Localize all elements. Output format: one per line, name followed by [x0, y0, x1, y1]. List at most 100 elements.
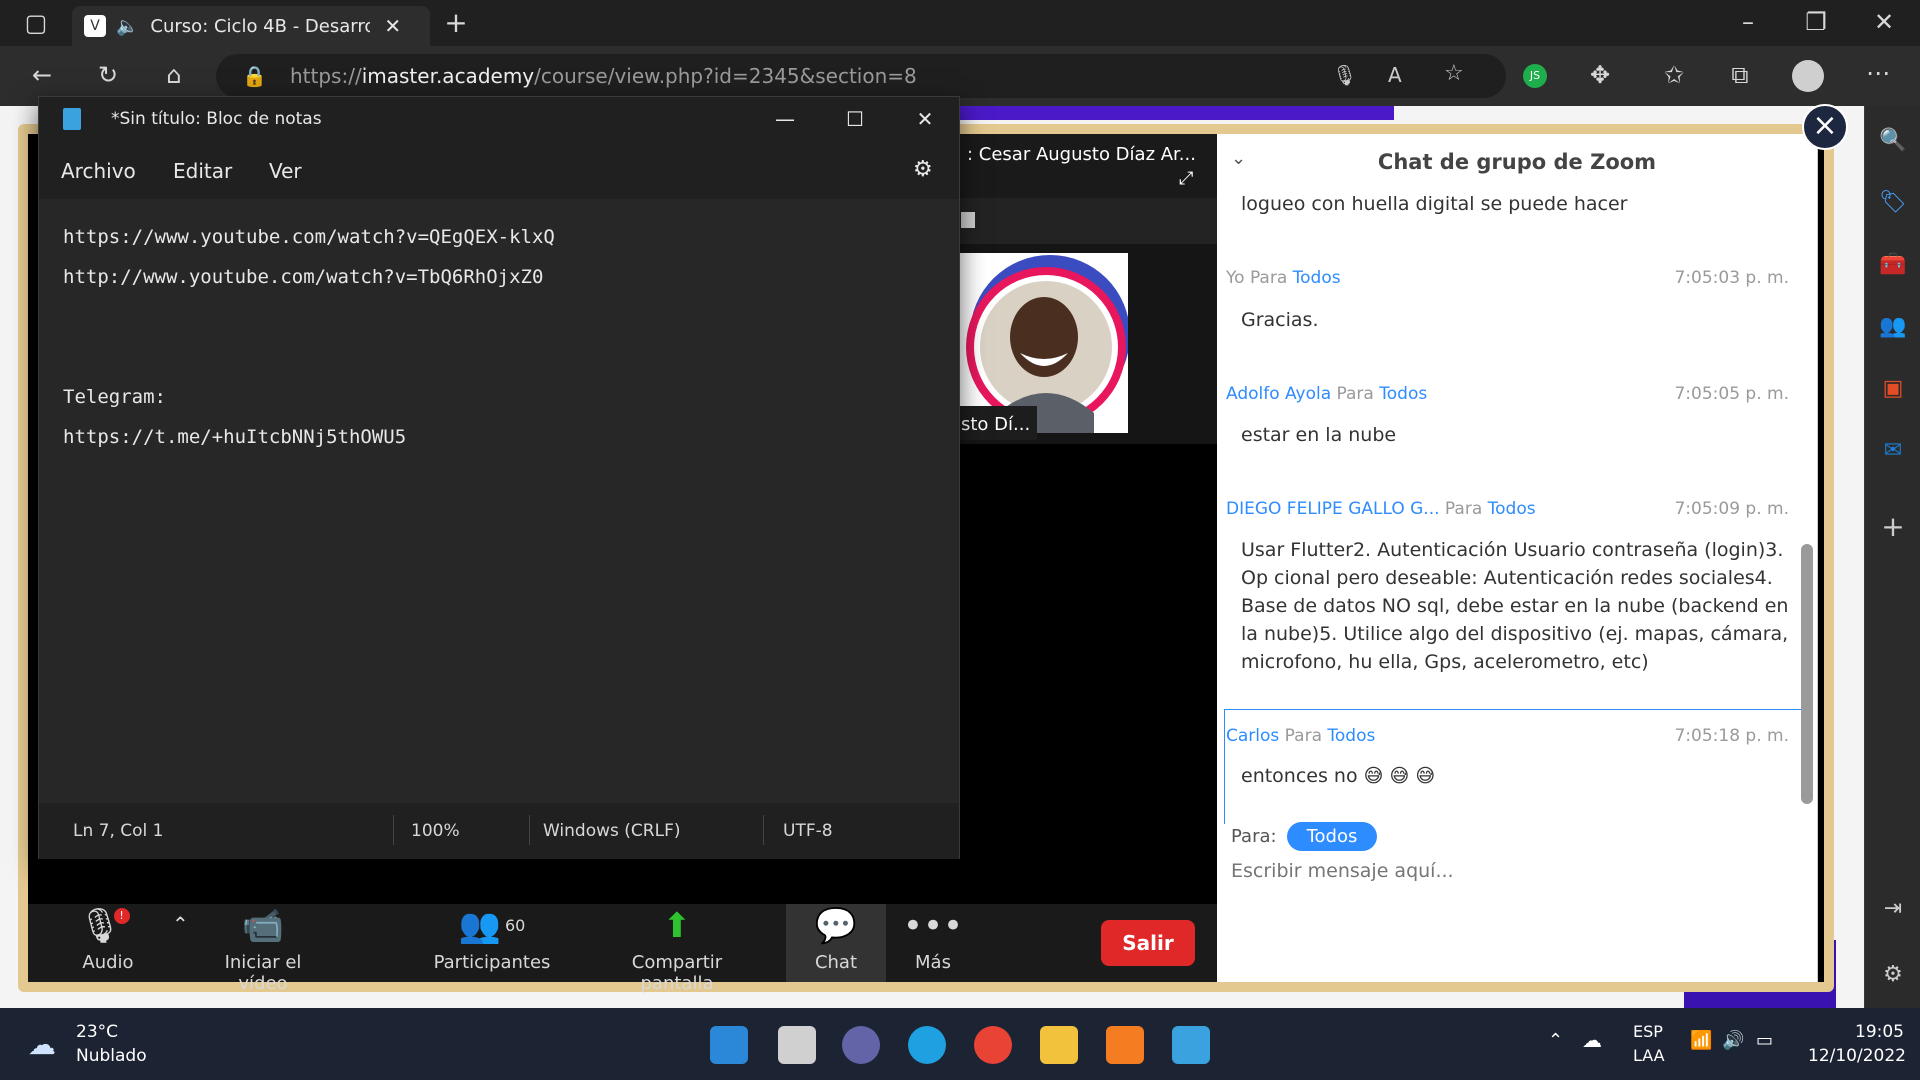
profile-avatar-icon[interactable] [1792, 60, 1824, 92]
share-screen-button[interactable]: ⬆ Compartir pantalla [594, 904, 760, 994]
weather-condition[interactable]: Nublado [76, 1046, 147, 1066]
home-icon[interactable]: ⌂ [156, 63, 192, 87]
input-language[interactable]: ESP [1633, 1022, 1663, 1041]
collections-icon[interactable]: ⧉ [1722, 63, 1758, 87]
recipient-selector[interactable]: Todos [1286, 822, 1378, 851]
edge-icon[interactable] [908, 1026, 946, 1064]
chat-label: Chat [814, 952, 858, 973]
search-icon[interactable]: 🔍 [1865, 128, 1920, 153]
hide-sidebar-icon[interactable]: ⇥ [1865, 896, 1920, 921]
sidebar-settings-icon[interactable]: ⚙ [1865, 962, 1920, 987]
back-icon[interactable]: ← [24, 63, 60, 87]
chat-message-input[interactable] [1231, 860, 1791, 882]
tab-close-icon[interactable]: ✕ [384, 14, 401, 38]
notepad-taskbar-icon[interactable] [1172, 1026, 1210, 1064]
read-aloud-icon[interactable]: A [1388, 63, 1402, 87]
participants-label: Participantes [433, 952, 551, 973]
input-layout[interactable]: LAA [1633, 1046, 1665, 1065]
audio-options-icon[interactable]: ⌃ [172, 912, 189, 936]
add-sidebar-icon[interactable]: + [1865, 510, 1920, 543]
extensions-icon[interactable]: ✥ [1582, 63, 1618, 87]
leave-button[interactable]: Salir [1101, 920, 1195, 966]
chat-message-header: Carlos Para Todos [1226, 726, 1375, 746]
start-icon[interactable] [710, 1026, 748, 1064]
recipient-name: Todos [1327, 726, 1376, 746]
start-video-button[interactable]: 📹 Iniciar el vídeo [198, 904, 328, 994]
notepad-settings-icon[interactable]: ⚙ [913, 157, 933, 182]
participant-name-tag: sto Dí... [955, 406, 1037, 440]
speaker-label: : Cesar Augusto Díaz Ar... [967, 144, 1196, 165]
menu-editar[interactable]: Editar [173, 159, 232, 183]
chat-message-header: Yo Para Todos [1226, 268, 1341, 288]
onedrive-icon[interactable]: ☁ [1582, 1028, 1602, 1052]
speaker-icon[interactable]: 🔈 [116, 16, 138, 37]
clock-date[interactable]: 12/10/2022 [1808, 1046, 1906, 1066]
clock-time[interactable]: 19:05 [1852, 1022, 1904, 1042]
to-word: Para [1336, 384, 1374, 404]
message-time: 7:05:18 p. m. [1674, 726, 1789, 746]
para-label: Para: [1231, 826, 1277, 847]
games-icon[interactable]: 👥 [1865, 314, 1920, 339]
favorites-icon[interactable]: ✩ [1656, 63, 1692, 87]
outlook-icon[interactable]: ✉ [1865, 438, 1920, 463]
share-label: Compartir pantalla [631, 952, 723, 994]
xampp-icon[interactable] [1106, 1026, 1144, 1064]
weather-temperature[interactable]: 23°C [76, 1022, 118, 1042]
notepad-maximize-icon[interactable]: ☐ [825, 97, 885, 141]
office-icon[interactable]: ▣ [1865, 376, 1920, 401]
volume-icon[interactable]: 🔊 [1722, 1030, 1744, 1051]
weather-cloud-icon[interactable]: ☁ [28, 1028, 56, 1061]
strip-toggle-icon[interactable] [961, 212, 975, 228]
wifi-icon[interactable]: 📶 [1690, 1030, 1712, 1051]
tray-overflow-icon[interactable]: ⌃ [1548, 1030, 1563, 1051]
tab-actions-icon[interactable]: ▢ [18, 11, 54, 35]
chat-bubble-icon: 💬 [814, 906, 858, 946]
file-explorer-icon[interactable] [1040, 1026, 1078, 1064]
audio-button[interactable]: 🎙! Audio [68, 904, 148, 982]
restore-icon[interactable]: ❐ [1798, 10, 1834, 34]
chat-scrollbar[interactable] [1801, 544, 1813, 804]
message-time: 7:05:09 p. m. [1674, 499, 1789, 519]
notepad-text-area[interactable]: https://www.youtube.com/watch?v=QEgQEX-k… [39, 199, 959, 803]
browser-tab-active[interactable]: V 🔈 Curso: Ciclo 4B - Desarrollo ✕ [72, 6, 430, 46]
minimize-icon[interactable]: – [1730, 10, 1766, 34]
notepad-statusbar: Ln 7, Col 1 100% Windows (CRLF) UTF-8 [39, 803, 959, 859]
favorite-add-icon[interactable]: ☆ [1444, 61, 1464, 86]
participants-count: 60 [504, 916, 526, 935]
notepad-titlebar[interactable]: *Sin título: Bloc de notas — ☐ ✕ [39, 97, 959, 141]
refresh-icon[interactable]: ↻ [90, 63, 126, 87]
zoom-toolbar: 🎙! Audio ⌃ 📹 Iniciar el vídeo 👥 60 Partic… [28, 904, 1217, 994]
chat-button[interactable]: 💬 Chat [786, 904, 886, 982]
address-bar[interactable]: 🔒 https://imaster.academy/course/view.ph… [216, 54, 1506, 98]
more-button[interactable]: ••• Más [898, 904, 968, 982]
notepad-window: *Sin título: Bloc de notas — ☐ ✕ Archivo… [38, 96, 960, 859]
alert-icon: ! [113, 908, 130, 924]
audio-label: Audio [82, 952, 134, 973]
notepad-minimize-icon[interactable]: — [755, 97, 815, 141]
shopping-tag-icon[interactable]: 🏷 [1865, 190, 1920, 215]
battery-icon[interactable]: ▭ [1756, 1030, 1773, 1051]
close-window-icon[interactable]: ✕ [1866, 10, 1902, 34]
notepad-close-icon[interactable]: ✕ [895, 97, 955, 141]
settings-more-icon[interactable]: ⋯ [1860, 61, 1896, 85]
teams-chat-icon[interactable] [842, 1026, 880, 1064]
new-tab-icon[interactable]: + [438, 9, 474, 37]
profile-extension-badge[interactable]: JS [1523, 64, 1547, 88]
tools-icon[interactable]: 🧰 [1865, 252, 1920, 277]
menu-ver[interactable]: Ver [269, 159, 302, 183]
task-view-icon[interactable] [778, 1026, 816, 1064]
chrome-icon[interactable] [974, 1026, 1012, 1064]
recipient-name: Todos [1292, 268, 1341, 288]
cursor-position: Ln 7, Col 1 [73, 821, 164, 841]
notepad-title: *Sin título: Bloc de notas [111, 109, 322, 129]
recipient-row: Para: Todos [1231, 822, 1378, 851]
to-word: Para [1444, 499, 1483, 519]
mic-blocked-icon[interactable]: 🎙 [1332, 63, 1357, 87]
status-divider [393, 815, 394, 845]
fullscreen-icon[interactable]: ⤢ [1179, 168, 1193, 189]
menu-archivo[interactable]: Archivo [61, 159, 136, 183]
chat-message-body: estar en la nube [1241, 424, 1397, 446]
participants-button[interactable]: 👥 60 Participantes [424, 904, 560, 982]
chat-close-icon[interactable]: × [1802, 104, 1848, 150]
encoding: UTF-8 [783, 821, 833, 841]
